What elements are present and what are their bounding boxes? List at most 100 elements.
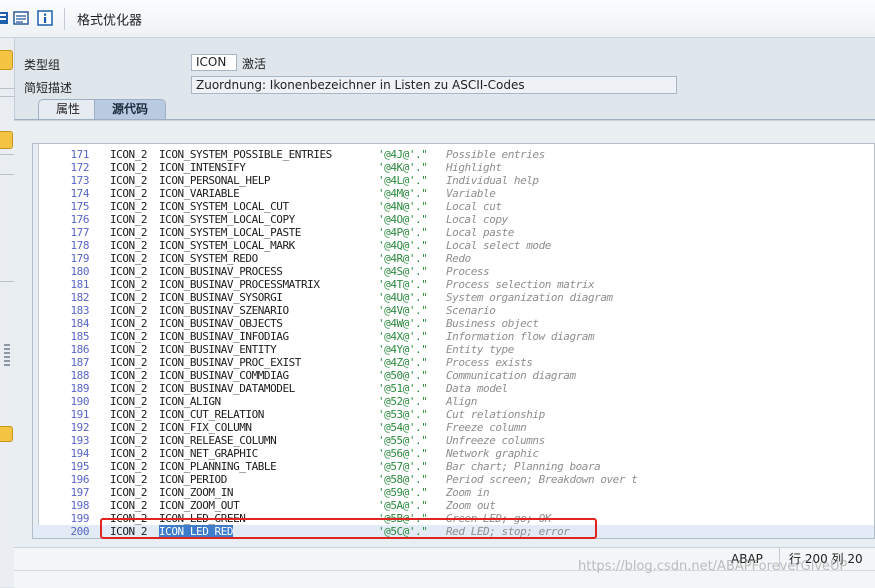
string-literal: '@58@'." [378, 473, 428, 486]
icon-constant-name: ICON_FIX_COLUMN [159, 421, 252, 434]
line-number: 181 [70, 278, 89, 291]
line-number: 200 [70, 525, 89, 538]
code-comment: Process selection matrix [446, 278, 595, 291]
icon-constant-name: ICON_BUSINAV_OBJECTS [159, 317, 283, 330]
icon-constant-name: ICON_BUSINAV_PROCESS [159, 265, 283, 278]
short-description-label: 简短描述 [24, 81, 73, 95]
object-list-icon[interactable] [0, 10, 8, 26]
code-line[interactable]: 198 ICON_2 ICON_ZOOM_OUT '@5A@'." Zoom out [33, 499, 874, 512]
type-keyword: ICON_2 [110, 356, 148, 369]
string-literal: '@54@'." [378, 421, 428, 434]
format-optimizer-button[interactable]: 格式优化器 [77, 10, 142, 29]
code-comment: Highlight [446, 161, 502, 174]
string-literal: '@53@'." [378, 408, 428, 421]
icon-constant-name: ICON_PERIOD [159, 473, 227, 486]
strip-divider [0, 154, 14, 155]
code-line[interactable]: 186 ICON_2 ICON_BUSINAV_ENTITY '@4Y@'." Enti… [33, 343, 874, 356]
strip-button[interactable] [0, 426, 13, 442]
string-literal: '@4S@'." [378, 265, 428, 278]
short-description-field[interactable]: Zuordnung: Ikonenbezeichner in Listen zu… [191, 76, 677, 94]
type-keyword: ICON_2 [110, 200, 148, 213]
code-line[interactable]: 183 ICON_2 ICON_BUSINAV_SZENARIO '@4V@'." Sc… [33, 304, 874, 317]
code-comment: Variable [446, 187, 496, 200]
code-line[interactable]: 199 ICON_2 ICON_LED_GREEN '@5B@'." Green LED… [33, 512, 874, 525]
type-keyword: ICON_2 [110, 382, 148, 395]
status-text: 激活 [242, 57, 267, 71]
code-line[interactable]: 187 ICON_2 ICON_BUSINAV_PROC_EXIST '@4Z@'."… [33, 356, 874, 369]
code-editor[interactable]: 171 ICON_2 ICON_SYSTEM_POSSIBLE_ENTRIES '@4… [32, 143, 875, 539]
type-keyword: ICON_2 [110, 174, 148, 187]
navigation-toggle-button[interactable] [0, 50, 13, 70]
code-line[interactable]: 195 ICON_2 ICON_PLANNING_TABLE '@57@'." Bar … [33, 460, 874, 473]
icon-constant-name: ICON_SYSTEM_LOCAL_CUT [159, 200, 289, 213]
code-line[interactable]: 180 ICON_2 ICON_BUSINAV_PROCESS '@4S@'." Pro… [33, 265, 874, 278]
display-icon[interactable] [13, 10, 29, 26]
icon-constant-name: ICON_RELEASE_COLUMN [159, 434, 277, 447]
code-line[interactable]: 188 ICON_2 ICON_BUSINAV_COMMDIAG '@50@'." Co… [33, 369, 874, 382]
selected-token: ICON_LED_RED [159, 525, 234, 538]
code-line[interactable]: 185 ICON_2 ICON_BUSINAV_INFODIAG '@4X@'." In… [33, 330, 874, 343]
icon-constant-name: ICON_LED_GREEN [159, 512, 246, 525]
string-literal: '@4M@'." [378, 187, 428, 200]
splitter-handle[interactable] [4, 344, 10, 366]
code-lines: 171 ICON_2 ICON_SYSTEM_POSSIBLE_ENTRIES '@4… [33, 148, 874, 539]
code-line[interactable]: 179 ICON_2 ICON_SYSTEM_REDO '@4R@'." Redo [33, 252, 874, 265]
code-comment: Bar chart; Planning boara [446, 460, 601, 473]
string-literal: '@4P@'." [378, 226, 428, 239]
string-literal: '@5D@'." [378, 538, 427, 539]
code-line[interactable]: 173 ICON_2 ICON_PERSONAL_HELP '@4L@'." Indiv… [33, 174, 874, 187]
type-keyword: ICON_2 [110, 161, 148, 174]
string-literal: '@51@'." [378, 382, 428, 395]
type-keyword: ICON_2 [110, 499, 148, 512]
code-line[interactable]: 175 ICON_2 ICON_SYSTEM_LOCAL_CUT '@4N@'." Lo… [33, 200, 874, 213]
icon-constant-name: ICON_SYSTEM_LOCAL_MARK [159, 239, 295, 252]
tab-attributes[interactable]: 属性 [38, 99, 98, 119]
code-comment: Scenario [446, 304, 496, 317]
string-literal: '@5C@'." [378, 525, 428, 538]
type-keyword: ICON_2 [110, 369, 148, 382]
string-literal: '@4Q@'." [378, 239, 428, 252]
code-line[interactable]: 196 ICON_2 ICON_PERIOD '@58@'." Period scree… [33, 473, 874, 486]
code-line[interactable]: 178 ICON_2 ICON_SYSTEM_LOCAL_MARK '@4Q@'." L… [33, 239, 874, 252]
code-comment: Cut relationship [446, 408, 545, 421]
code-comment: Local copy [446, 213, 508, 226]
code-line[interactable]: 176 ICON_2 ICON_SYSTEM_LOCAL_COPY '@4O@'." L… [33, 213, 874, 226]
code-comment: Business object [446, 317, 539, 330]
code-line[interactable]: 194 ICON_2 ICON_NET_GRAPHIC '@56@'." Network… [33, 447, 874, 460]
strip-divider [0, 88, 14, 89]
code-line[interactable]: 191 ICON_2 ICON_CUT_RELATION '@53@'." Cut re… [33, 408, 874, 421]
type-keyword: ICON_2 [110, 252, 148, 265]
type-keyword: ICON_2 [110, 512, 148, 525]
code-comment: Entity type [446, 343, 514, 356]
code-line[interactable]: 200 ICON_2 ICON_LED_RED '@5C@'." Red LED; st… [33, 525, 874, 538]
code-comment: Redo [446, 252, 471, 265]
code-line[interactable]: 197 ICON_2 ICON_ZOOM_IN '@59@'." Zoom in [33, 486, 874, 499]
code-comment: Possible entries [446, 148, 545, 161]
icon-constant-name: ICON_VARIABLE [159, 187, 240, 200]
tab-source-code[interactable]: 源代码 [94, 99, 166, 119]
code-line[interactable]: 171 ICON_2 ICON_SYSTEM_POSSIBLE_ENTRIES '@4… [33, 148, 874, 161]
code-line[interactable]: 177 ICON_2 ICON_SYSTEM_LOCAL_PASTE '@4P@'."… [33, 226, 874, 239]
code-line[interactable]: 174 ICON_2 ICON_VARIABLE '@4M@'." Variable [33, 187, 874, 200]
info-icon[interactable] [37, 10, 53, 26]
type-keyword: ICON_2 [110, 525, 148, 538]
code-line[interactable]: 172 ICON_2 ICON_INTENSIFY '@4K@'." Highlight [33, 161, 874, 174]
code-comment: Local select mode [446, 239, 551, 252]
strip-divider [0, 281, 14, 282]
code-line[interactable]: 193 ICON_2 ICON_RELEASE_COLUMN '@55@'." Unfr… [33, 434, 874, 447]
line-number: 184 [70, 317, 89, 330]
code-line[interactable]: 201 ICON_2 ICON_LED_YELLOW '@5D@'." Yellow L… [33, 538, 874, 539]
type-group-field[interactable]: ICON [191, 54, 237, 71]
strip-button[interactable] [0, 131, 13, 149]
code-line[interactable]: 190 ICON_2 ICON_ALIGN '@52@'." Align [33, 395, 874, 408]
line-number: 186 [70, 343, 89, 356]
code-line[interactable]: 182 ICON_2 ICON_BUSINAV_SYSORGI '@4U@'." Sys… [33, 291, 874, 304]
code-line[interactable]: 192 ICON_2 ICON_FIX_COLUMN '@54@'." Freeze c… [33, 421, 874, 434]
code-line[interactable]: 181 ICON_2 ICON_BUSINAV_PROCESSMATRIX '@4T@… [33, 278, 874, 291]
icon-constant-name: ICON_INTENSIFY [159, 161, 246, 174]
code-line[interactable]: 184 ICON_2 ICON_BUSINAV_OBJECTS '@4W@'." Bus… [33, 317, 874, 330]
line-number: 201 [63, 538, 89, 539]
type-keyword: ICON_2 [110, 395, 148, 408]
line-number: 182 [70, 291, 89, 304]
code-line[interactable]: 189 ICON_2 ICON_BUSINAV_DATAMODEL '@51@'." D… [33, 382, 874, 395]
